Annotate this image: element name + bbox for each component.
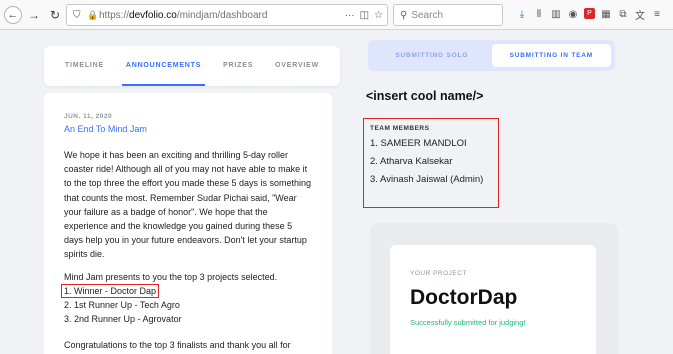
tab-announcements[interactable]: ANNOUNCEMENTS: [121, 46, 206, 86]
url-host: devfolio.co: [129, 9, 177, 21]
search-icon: ⚲: [400, 9, 408, 21]
lock-icon[interactable]: 🔒: [87, 10, 99, 21]
translate-icon[interactable]: 文: [634, 6, 646, 22]
url-bar[interactable]: ⛉ 🔒 https://devfolio.co/mindjam/dashboar…: [66, 4, 388, 26]
footer-text: Congratulations to the top 3 finalists a…: [64, 340, 291, 351]
sidebar-icon[interactable]: ▥: [550, 6, 562, 22]
announcement-footer: Congratulations to the top 3 finalists a…: [64, 338, 312, 354]
search-bar[interactable]: ⚲ Search: [393, 4, 503, 26]
shield-icon[interactable]: ⛉: [73, 10, 87, 21]
browser-toolbar: ← → ↻ ⌂ ⛉ 🔒 https://devfolio.co/mindjam/…: [0, 0, 673, 30]
announcement-date: JUN. 11, 2020: [64, 113, 113, 120]
team-member: 3. Avinash Jaiswal (Admin): [370, 174, 484, 185]
reload-icon[interactable]: ↻: [46, 6, 64, 24]
bookmark-star-icon[interactable]: ☆: [374, 10, 383, 21]
tab-prizes[interactable]: PRIZES: [223, 46, 253, 86]
hackathon-tabs: TIMELINE ANNOUNCEMENTS PRIZES OVERVIEW: [44, 46, 340, 86]
winner-item: 1. Winner - Doctor Dap: [61, 283, 312, 298]
team-member: 1. SAMEER MANDLOI: [370, 138, 467, 149]
project-card[interactable]: YOUR PROJECT DoctorDap Successfully subm…: [390, 245, 596, 354]
library-icon[interactable]: ⫴: [533, 6, 545, 22]
pdf-extension-icon[interactable]: P: [584, 8, 595, 19]
submission-status: Successfully submitted for judging!: [410, 318, 526, 327]
project-name: DoctorDap: [410, 286, 518, 309]
submission-mode-toggle: SUBMITTING SOLO SUBMITTING IN TEAM: [368, 40, 615, 71]
back-arrow-icon[interactable]: ←: [4, 5, 22, 24]
team-name: <insert cool name/>: [366, 89, 484, 103]
submitting-solo-option[interactable]: SUBMITTING SOLO: [372, 44, 492, 67]
url-path: /mindjam/dashboard: [176, 9, 268, 21]
url-text[interactable]: https://devfolio.co/mindjam/dashboard: [99, 10, 267, 21]
tab-overview[interactable]: OVERVIEW: [275, 46, 319, 86]
forward-arrow-icon[interactable]: →: [25, 6, 43, 24]
winner-highlight: 1. Winner - Doctor Dap: [61, 283, 160, 298]
url-prefix: https://: [99, 9, 130, 21]
page-actions-icon[interactable]: ···: [345, 10, 355, 21]
team-member: 2. Atharva Kalsekar: [370, 156, 453, 167]
submitting-team-option[interactable]: SUBMITTING IN TEAM: [491, 44, 611, 67]
menu-icon[interactable]: ≡: [651, 6, 663, 22]
project-label: YOUR PROJECT: [410, 270, 467, 277]
runner-up-item: 2. 1st Runner Up - Tech Agro: [64, 300, 180, 311]
pocket-icon[interactable]: ◫: [360, 10, 369, 21]
team-members-box: TEAM MEMBERS 1. SAMEER MANDLOI 2. Atharv…: [363, 118, 499, 208]
announcement-body: We hope it has been an exciting and thri…: [64, 150, 311, 260]
announcement-card: JUN. 11, 2020 An End To Mind Jam We hope…: [44, 93, 332, 354]
tab-timeline[interactable]: TIMELINE: [65, 46, 104, 86]
announcement-title[interactable]: An End To Mind Jam: [64, 124, 312, 134]
winners-intro: Mind Jam presents to you the top 3 proje…: [64, 271, 278, 282]
extension-grid-icon[interactable]: ▦: [600, 6, 612, 22]
runner-up-item: 3. 2nd Runner Up - Agrovator: [64, 314, 182, 325]
project-section: YOUR PROJECT DoctorDap Successfully subm…: [370, 223, 618, 354]
team-members-label: TEAM MEMBERS: [370, 125, 430, 132]
privacy-badger-icon[interactable]: ◉: [567, 6, 579, 22]
downloads-icon[interactable]: ⤓: [516, 6, 528, 22]
tab-manager-icon[interactable]: ⧉: [617, 6, 629, 22]
winners-list: Mind Jam presents to you the top 3 proje…: [61, 270, 312, 327]
search-placeholder: Search: [411, 9, 444, 21]
